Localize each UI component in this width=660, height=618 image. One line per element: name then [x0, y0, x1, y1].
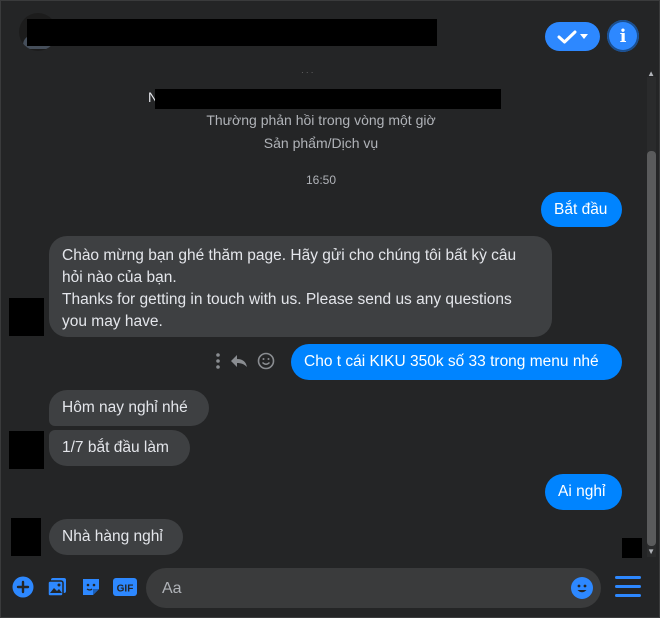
- add-icon: [12, 576, 34, 598]
- info-icon: i: [619, 25, 627, 47]
- message-timestamp: 16:50: [305, 173, 337, 187]
- add-button[interactable]: [12, 576, 34, 598]
- reply-icon[interactable]: [229, 353, 249, 369]
- redacted-avatar: [11, 518, 41, 556]
- emoji-button[interactable]: [571, 577, 593, 599]
- message-line: hỏi nào của bạn.: [62, 269, 177, 286]
- redacted-avatar: [9, 431, 44, 469]
- chat-header: i: [1, 1, 659, 65]
- message-incoming[interactable]: 1/7 bắt đầu làm: [49, 430, 190, 466]
- message-composer: GIF: [1, 559, 659, 617]
- chevron-down-icon: [580, 33, 588, 39]
- response-time-text: Thường phản hồi trong vòng một giờ: [206, 112, 436, 128]
- more-vertical-icon[interactable]: [215, 353, 221, 369]
- message-line: you may have.: [62, 313, 163, 330]
- check-icon: [557, 30, 577, 43]
- message-outgoing[interactable]: Ai nghỉ: [545, 474, 622, 510]
- redacted-page-name: [27, 19, 437, 46]
- messenger-window: i ▲ ▼ · · · N Thường phản hồi trong vòng…: [0, 0, 660, 618]
- emoji-reaction-icon[interactable]: [257, 352, 275, 370]
- message-input[interactable]: [160, 568, 564, 610]
- message-incoming[interactable]: Hôm nay nghỉ nhé: [49, 390, 209, 426]
- scroll-down-arrow[interactable]: ▼: [647, 547, 655, 556]
- message-incoming[interactable]: Nhà hàng nghỉ: [49, 519, 183, 555]
- info-button[interactable]: i: [607, 20, 639, 52]
- faded-text: · · ·: [301, 68, 314, 77]
- gif-icon: GIF: [113, 578, 137, 596]
- redacted-read-receipt: [622, 538, 642, 558]
- photo-icon: [47, 578, 66, 597]
- gif-label: GIF: [117, 584, 134, 595]
- message-line: Chào mừng bạn ghé thăm page. Hãy gửi cho…: [62, 247, 517, 264]
- message-actions: [215, 352, 275, 370]
- gif-button[interactable]: GIF: [113, 576, 137, 598]
- emoji-icon: [577, 584, 587, 593]
- message-outgoing[interactable]: Cho t cái KIKU 350k số 33 trong menu nhé: [291, 344, 622, 380]
- menu-icon[interactable]: [615, 576, 641, 598]
- message-outgoing[interactable]: Bắt đầu: [541, 192, 622, 227]
- scrollbar-thumb[interactable]: [647, 151, 656, 546]
- message-line: Thanks for getting in touch with us. Ple…: [62, 291, 512, 308]
- page-category: Sản phẩm/Dịch vụ: [263, 135, 379, 151]
- sticker-button[interactable]: [80, 576, 102, 598]
- mark-done-button[interactable]: [545, 22, 600, 51]
- message-incoming[interactable]: Chào mừng bạn ghé thăm page. Hãy gửi cho…: [49, 236, 552, 337]
- redacted-avatar: [9, 298, 44, 336]
- message-input-container: [146, 568, 601, 610]
- photo-button[interactable]: [46, 576, 68, 598]
- scroll-up-arrow[interactable]: ▲: [647, 69, 655, 78]
- redacted-page-title: [155, 89, 501, 109]
- sticker-icon: [83, 579, 99, 595]
